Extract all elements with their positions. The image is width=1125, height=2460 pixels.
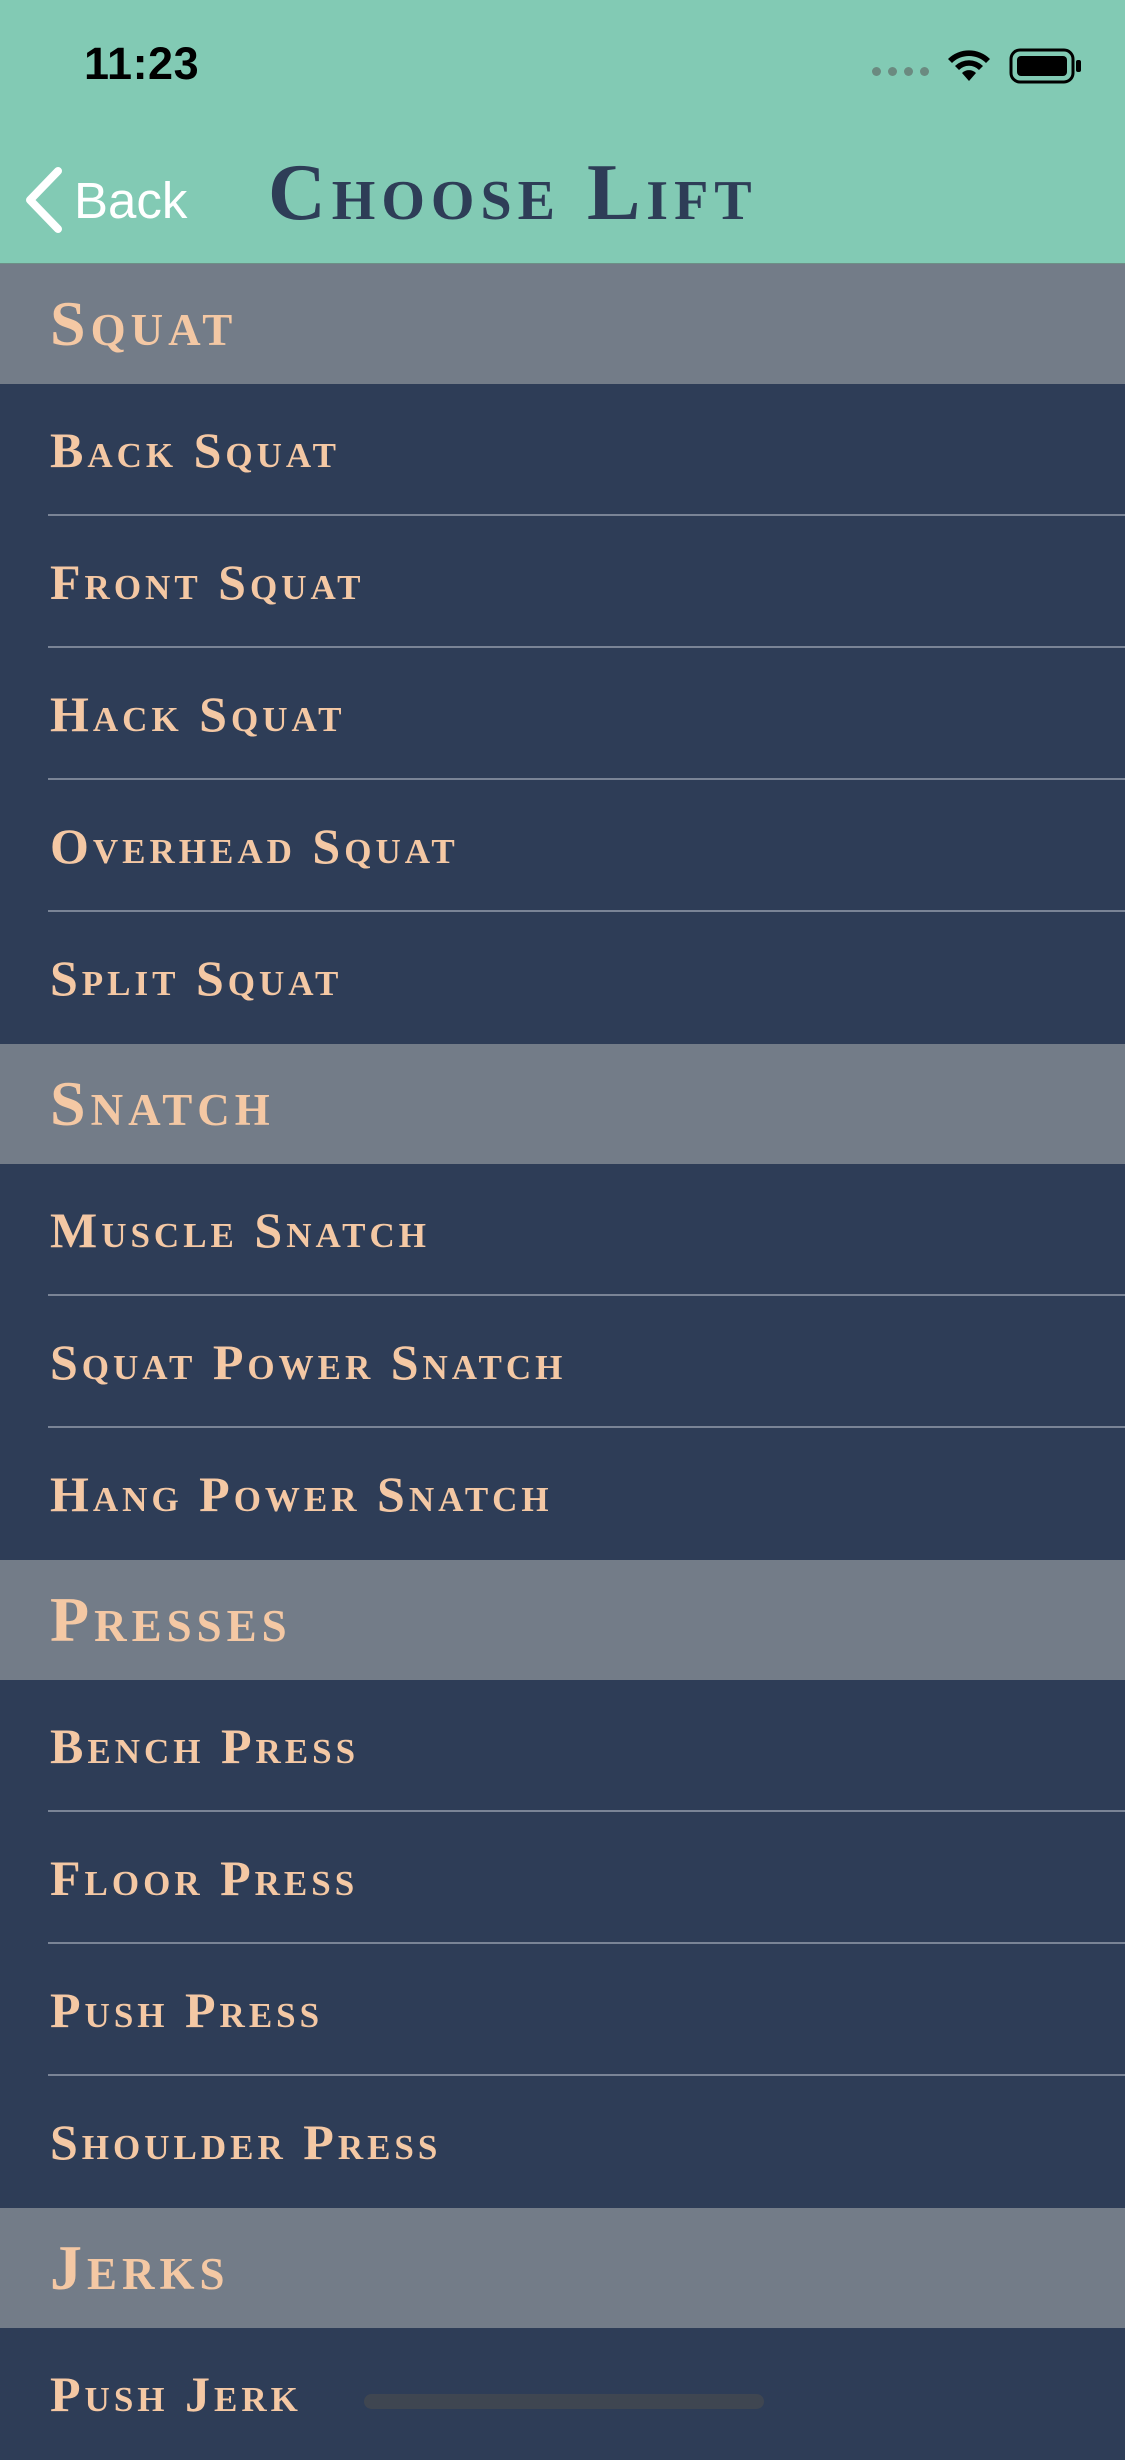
list-item-bench-press[interactable]: Bench Press bbox=[0, 1680, 1125, 1812]
page-title: Choose Lift bbox=[268, 149, 758, 237]
list-item-label: Squat Power Snatch bbox=[50, 1334, 567, 1390]
list-item-label: Muscle Snatch bbox=[50, 1202, 431, 1258]
list-item-shoulder-press[interactable]: Shoulder Press bbox=[0, 2076, 1125, 2208]
list-item-label: Push Press bbox=[50, 1982, 324, 2038]
list-item-hack-squat[interactable]: Hack Squat bbox=[0, 648, 1125, 780]
list-item-squat-power-snatch[interactable]: Squat Power Snatch bbox=[0, 1296, 1125, 1428]
section-title: Snatch bbox=[50, 1068, 275, 1139]
list-item-label: Back Squat bbox=[50, 422, 340, 478]
back-label: Back bbox=[74, 171, 188, 229]
list-item-label: Floor Press bbox=[50, 1850, 359, 1906]
chevron-left-icon bbox=[26, 167, 62, 233]
section-title: Jerks bbox=[50, 2232, 230, 2303]
section-header-jerks: Jerks bbox=[0, 2208, 1125, 2328]
list-item-hang-power-snatch[interactable]: Hang Power Snatch bbox=[0, 1428, 1125, 1560]
section-header-presses: Presses bbox=[0, 1560, 1125, 1680]
section-header-snatch: Snatch bbox=[0, 1044, 1125, 1164]
list-item-back-squat[interactable]: Back Squat bbox=[0, 384, 1125, 516]
status-icons bbox=[872, 48, 1083, 84]
list-item-label: Split Squat bbox=[50, 950, 343, 1006]
battery-icon bbox=[1009, 48, 1081, 84]
list-item-front-squat[interactable]: Front Squat bbox=[0, 516, 1125, 648]
wifi-icon bbox=[948, 50, 990, 81]
home-indicator[interactable] bbox=[364, 2394, 764, 2409]
list-item-label: Hack Squat bbox=[50, 686, 346, 742]
list-item-label: Shoulder Press bbox=[50, 2114, 442, 2170]
list-item-push-press[interactable]: Push Press bbox=[0, 1944, 1125, 2076]
section-header-squat: Squat bbox=[0, 264, 1125, 384]
cellular-signal-icon bbox=[872, 66, 929, 76]
list-item-label: Front Squat bbox=[50, 554, 365, 610]
list-item-split-squat[interactable]: Split Squat bbox=[0, 912, 1125, 1044]
section-title: Presses bbox=[50, 1584, 292, 1655]
navigation-header: 11:23 Back Choose Lift bbox=[0, 0, 1125, 264]
list-item-label: Hang Power Snatch bbox=[50, 1466, 553, 1522]
list-item-label: Overhead Squat bbox=[50, 818, 459, 874]
lift-list: Squat Back Squat Front Squat Hack Squat … bbox=[0, 264, 1125, 2460]
list-item-overhead-squat[interactable]: Overhead Squat bbox=[0, 780, 1125, 912]
section-title: Squat bbox=[50, 288, 238, 359]
list-item-label: Bench Press bbox=[50, 1718, 360, 1774]
list-item-label: Push Jerk bbox=[50, 2366, 302, 2422]
list-item-floor-press[interactable]: Floor Press bbox=[0, 1812, 1125, 1944]
list-item-muscle-snatch[interactable]: Muscle Snatch bbox=[0, 1164, 1125, 1296]
back-button[interactable]: Back bbox=[24, 160, 187, 240]
status-time: 11:23 bbox=[84, 38, 200, 89]
